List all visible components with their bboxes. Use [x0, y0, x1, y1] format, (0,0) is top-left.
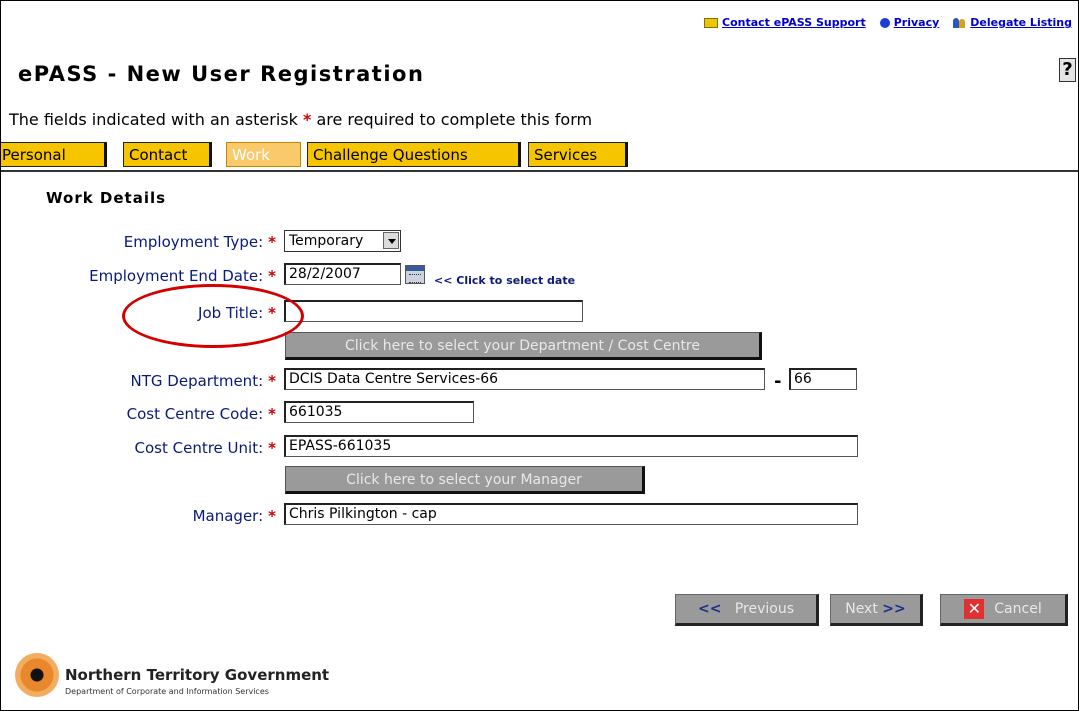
next-arrow-icon: >> — [882, 601, 906, 617]
close-icon: ✕ — [964, 599, 985, 619]
mail-icon — [704, 17, 719, 28]
privacy-link[interactable]: Privacy — [879, 16, 940, 29]
contact-support-label: Contact ePASS Support — [722, 16, 866, 29]
dept-name: Department of Corporate and Information … — [65, 687, 269, 696]
ntg-department-label: NTG Department: * — [130, 372, 276, 390]
tab-services[interactable]: Services — [528, 142, 628, 167]
privacy-label: Privacy — [893, 16, 940, 29]
delegate-icon — [953, 17, 966, 28]
cost-centre-code-field[interactable]: 661035 — [284, 401, 474, 423]
tab-work[interactable]: Work — [226, 142, 301, 167]
tab-challenge-questions[interactable]: Challenge Questions — [307, 142, 521, 167]
employment-end-date-label: Employment End Date: * — [89, 267, 276, 285]
instructions-before: The fields indicated with an asterisk — [9, 110, 298, 129]
cost-centre-unit-label: Cost Centre Unit: * — [134, 439, 277, 457]
top-links: Contact ePASS Support Privacy Delegate L… — [704, 16, 1072, 29]
department-code-field[interactable]: 66 — [789, 368, 857, 390]
job-title-field[interactable] — [284, 300, 583, 322]
calendar-hint: << Click to select date — [434, 274, 576, 287]
required-asterisk: * — [302, 110, 312, 129]
page-title: ePASS - New User Registration — [18, 62, 425, 86]
select-manager-button[interactable]: Click here to select your Manager — [285, 466, 645, 494]
tab-bar: Personal Contact Work Challenge Question… — [1, 141, 1078, 172]
employment-type-select[interactable]: Temporary — [284, 230, 401, 252]
manager-field[interactable]: Chris Pilkington - cap — [284, 503, 858, 525]
job-title-label: Job Title: * — [198, 304, 276, 322]
select-department-button[interactable]: Click here to select your Department / C… — [285, 332, 762, 360]
help-button[interactable]: ? — [1059, 58, 1076, 82]
next-label: Next — [845, 601, 878, 617]
previous-button[interactable]: << Previous — [675, 594, 819, 626]
delegate-listing-link[interactable]: Delegate Listing — [953, 16, 1072, 29]
employment-end-date-field[interactable]: 28/2/2007 — [284, 263, 401, 285]
ntg-emblem-icon — [15, 653, 59, 697]
department-separator: - — [774, 371, 782, 392]
calendar-icon[interactable] — [405, 265, 425, 284]
chevron-down-icon[interactable] — [383, 232, 399, 249]
tab-personal[interactable]: Personal — [1, 142, 107, 167]
tab-contact[interactable]: Contact — [123, 142, 212, 167]
previous-label: Previous — [734, 601, 794, 617]
next-button[interactable]: Next >> — [830, 594, 923, 626]
privacy-icon — [879, 17, 890, 28]
contact-support-link[interactable]: Contact ePASS Support — [704, 16, 866, 29]
employment-type-value: Temporary — [289, 233, 364, 249]
ntg-department-field[interactable]: DCIS Data Centre Services-66 — [284, 368, 765, 390]
section-title: Work Details — [46, 189, 167, 207]
delegate-listing-label: Delegate Listing — [970, 16, 1072, 29]
page-frame: Contact ePASS Support Privacy Delegate L… — [0, 0, 1079, 711]
instructions-after: are required to complete this form — [316, 110, 593, 129]
instructions-text: The fields indicated with an asterisk * … — [9, 110, 592, 129]
cost-centre-code-label: Cost Centre Code: * — [126, 405, 276, 423]
employment-type-label: Employment Type: * — [123, 233, 276, 251]
manager-label: Manager: * — [192, 507, 276, 525]
cancel-button[interactable]: ✕ Cancel — [940, 594, 1068, 626]
cancel-label: Cancel — [994, 601, 1042, 617]
org-name: Northern Territory Government — [65, 666, 330, 684]
previous-arrow-icon: << — [698, 601, 722, 617]
cost-centre-unit-field[interactable]: EPASS-661035 — [284, 435, 858, 457]
